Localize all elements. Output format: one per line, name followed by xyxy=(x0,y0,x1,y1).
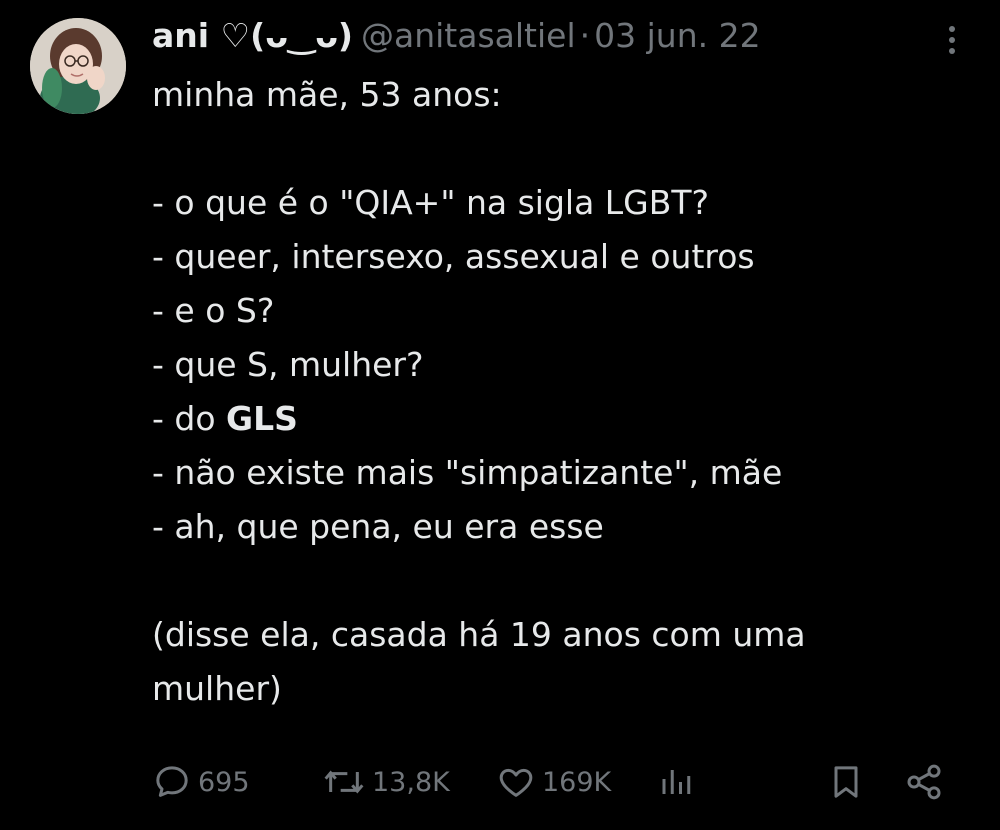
tweet-line: - queer, intersexo, assexual e outros xyxy=(152,237,755,276)
tweet-line: - não existe mais "simpatizante", mãe xyxy=(152,453,783,492)
like-button[interactable]: 169K xyxy=(496,760,611,804)
action-bar: 695 13,8K 169K xyxy=(152,760,952,804)
more-options-button[interactable] xyxy=(940,22,964,58)
retweet-count: 13,8K xyxy=(372,766,450,798)
bookmark-icon xyxy=(834,766,858,798)
heart-icon xyxy=(499,768,533,797)
tweet-line: - ah, que pena, eu era esse xyxy=(152,507,604,546)
more-vertical-icon-dot xyxy=(949,48,955,54)
share-button[interactable] xyxy=(904,760,944,804)
reply-count: 695 xyxy=(198,766,250,798)
bookmark-button[interactable] xyxy=(826,760,866,804)
more-vertical-icon-dot xyxy=(949,37,955,43)
tweet-line: - o que é o "QIA+" na sigla LGBT? xyxy=(152,183,710,222)
share-icon xyxy=(907,764,941,800)
reply-icon xyxy=(156,766,188,797)
avatar[interactable] xyxy=(30,18,126,114)
display-name[interactable]: ani ♡(ᴗ‿ᴗ) xyxy=(152,16,353,55)
tweet-line: (disse ela, casada há 19 anos com uma mu… xyxy=(152,615,806,708)
avatar-image xyxy=(30,18,126,114)
tweet-line: minha mãe, 53 anos: xyxy=(152,75,502,114)
separator-dot: · xyxy=(579,16,591,55)
tweet-line-with-bold: - do GLS xyxy=(152,392,972,446)
retweet-button[interactable]: 13,8K xyxy=(322,760,450,804)
tweet-date[interactable]: 03 jun. 22 xyxy=(594,16,760,55)
tweet-header: ani ♡(ᴗ‿ᴗ) @anitasaltiel · 03 jun. 22 xyxy=(152,14,761,58)
retweet-icon xyxy=(324,770,364,794)
user-handle[interactable]: @anitasaltiel xyxy=(361,16,576,55)
reply-button[interactable]: 695 xyxy=(152,760,250,804)
tweet-line-prefix: - do xyxy=(152,399,227,438)
tweet-line: - e o S? xyxy=(152,291,275,330)
views-button[interactable] xyxy=(658,760,694,804)
tweet-text: minha mãe, 53 anos: - o que é o "QIA+" n… xyxy=(152,68,972,716)
tweet: ani ♡(ᴗ‿ᴗ) @anitasaltiel · 03 jun. 22 minha… xyxy=(0,0,1000,830)
views-chart-icon xyxy=(662,770,691,794)
bold-text: GLS xyxy=(226,399,298,438)
more-vertical-icon xyxy=(949,26,955,32)
tweet-line: - que S, mulher? xyxy=(152,345,424,384)
like-count: 169K xyxy=(542,766,612,798)
